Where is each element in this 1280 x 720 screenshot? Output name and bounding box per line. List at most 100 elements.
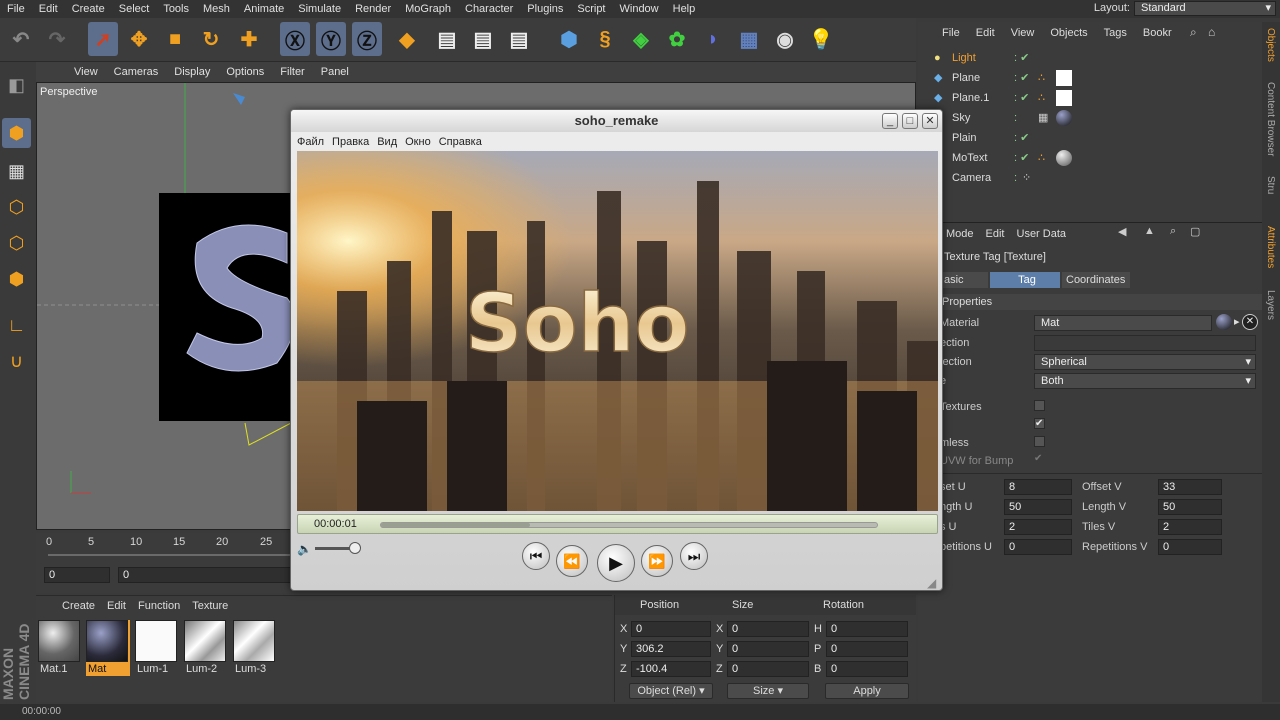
menu-script[interactable]: Script [570, 0, 612, 18]
scale-tool-icon[interactable]: ■ [160, 22, 190, 56]
frame-slider[interactable]: 0 [118, 567, 298, 583]
rot-b-field[interactable]: 0 [826, 661, 908, 677]
offset-v-field[interactable]: 33 [1158, 479, 1222, 495]
render-picture-viewer-icon[interactable]: ▤ [468, 22, 498, 56]
repetitions-v-field[interactable]: 0 [1158, 539, 1222, 555]
menu-window[interactable]: Window [613, 0, 666, 18]
om-menu-bookmarks[interactable]: Bookr [1135, 27, 1180, 39]
fast-forward-button[interactable]: ⏩ [641, 545, 673, 577]
material-lum-1[interactable]: Lum-1 [135, 620, 179, 676]
polygons-mode-icon[interactable]: ⬢ [2, 264, 31, 294]
player-menu-file[interactable]: Файл [293, 136, 328, 148]
menu-file[interactable]: File [0, 0, 32, 18]
move-tool-icon[interactable]: ✥ [124, 22, 154, 56]
material-field[interactable]: Mat [1034, 315, 1212, 331]
attr-menu-mode[interactable]: Mode [940, 228, 980, 240]
volume-knob[interactable] [349, 542, 361, 554]
minimize-button[interactable]: _ [882, 113, 898, 129]
rot-p-field[interactable]: 0 [826, 641, 908, 657]
offset-u-field[interactable]: 8 [1004, 479, 1072, 495]
player-menu-edit[interactable]: Правка [328, 136, 373, 148]
menu-tools[interactable]: Tools [156, 0, 196, 18]
rewind-button[interactable]: ⏪ [556, 545, 588, 577]
make-editable-icon[interactable]: ◧ [2, 70, 31, 100]
coord-size-select[interactable]: Size ▾ [727, 683, 809, 699]
camera-icon[interactable]: ◉ [770, 22, 800, 56]
tab-content-browser-vertical[interactable]: Content Browser [1265, 82, 1276, 156]
vp-menu-display[interactable]: Display [166, 66, 218, 78]
back-arrow-icon[interactable]: ◀ [1118, 225, 1126, 238]
length-v-field[interactable]: 50 [1158, 499, 1222, 515]
object-row-motext[interactable]: MoText : ✔ ∴ [918, 148, 1262, 168]
mat-menu-function[interactable]: Function [132, 600, 186, 612]
tab-tag[interactable]: Tag [990, 272, 1060, 288]
deformer-icon[interactable]: ◗ [698, 22, 728, 56]
material-mat[interactable]: Mat [86, 620, 130, 676]
video-frame[interactable]: Soho [297, 151, 938, 511]
floor-icon[interactable]: ▦ [734, 22, 764, 56]
light-icon[interactable]: 💡 [806, 22, 836, 56]
tiles-v-field[interactable]: 2 [1158, 519, 1222, 535]
texture-tag-icon[interactable] [1056, 110, 1072, 126]
mat-menu-edit[interactable]: Edit [101, 600, 132, 612]
axis-x-icon[interactable]: Ⓧ [280, 22, 310, 56]
resize-grip-icon[interactable]: ◢ [927, 576, 936, 590]
undo-icon[interactable]: ↶ [6, 22, 36, 56]
vp-menu-filter[interactable]: Filter [272, 66, 312, 78]
pos-x-field[interactable]: 0 [631, 621, 711, 637]
player-menu-window[interactable]: Окно [401, 136, 435, 148]
next-button[interactable]: ⏭ [680, 542, 708, 570]
tab-structure-vertical[interactable]: Stru [1265, 176, 1276, 194]
axis-z-icon[interactable]: Ⓩ [352, 22, 382, 56]
texture-tag-icon[interactable] [1056, 70, 1072, 86]
axis-mode-icon[interactable]: ∟ [2, 310, 31, 340]
selection-field[interactable] [1034, 335, 1256, 351]
mat-menu-texture[interactable]: Texture [186, 600, 234, 612]
material-mat-1[interactable]: Mat.1 [38, 620, 82, 676]
tab-objects-vertical[interactable]: Objects [1265, 28, 1276, 62]
object-row-plane-1[interactable]: ◆ Plane.1 : ✔ ∴ [918, 88, 1262, 108]
attr-menu-user-data[interactable]: User Data [1011, 228, 1073, 240]
size-y-field[interactable]: 0 [727, 641, 809, 657]
attr-menu-edit[interactable]: Edit [980, 228, 1011, 240]
home-icon[interactable]: ⌂ [1208, 25, 1215, 39]
cube-icon[interactable]: ⬢ [554, 22, 584, 56]
repetitions-u-field[interactable]: 0 [1004, 539, 1072, 555]
size-x-field[interactable]: 0 [727, 621, 809, 637]
search-icon[interactable]: ⌕ [1190, 25, 1197, 40]
tiles-u-field[interactable]: 2 [1004, 519, 1072, 535]
rotate-tool-icon[interactable]: ↻ [196, 22, 226, 56]
size-z-field[interactable]: 0 [727, 661, 809, 677]
menu-plugins[interactable]: Plugins [520, 0, 570, 18]
projection-select[interactable]: Spherical ▾ [1034, 354, 1256, 370]
lock-icon[interactable]: ▢ [1190, 225, 1200, 238]
object-row-camera[interactable]: Camera : ⁘ [918, 168, 1262, 188]
pos-y-field[interactable]: 306.2 [631, 641, 711, 657]
select-arrow-icon[interactable]: ➚ [88, 22, 118, 56]
add-tool-icon[interactable]: ✚ [234, 22, 264, 56]
tab-layers-vertical[interactable]: Layers [1265, 290, 1276, 320]
tile-checkbox[interactable]: ✔ [1034, 418, 1045, 429]
om-menu-objects[interactable]: Objects [1042, 27, 1095, 39]
seamless-checkbox[interactable] [1034, 436, 1045, 447]
vp-menu-panel[interactable]: Panel [313, 66, 357, 78]
texture-mode-icon[interactable]: ▦ [2, 156, 31, 186]
render-view-icon[interactable]: ▤ [432, 22, 462, 56]
menu-help[interactable]: Help [666, 0, 703, 18]
object-row-sky[interactable]: Sky : ▦ [918, 108, 1262, 128]
rot-h-field[interactable]: 0 [826, 621, 908, 637]
texture-tag-icon[interactable] [1056, 90, 1072, 106]
menu-create[interactable]: Create [65, 0, 112, 18]
menu-mograph[interactable]: MoGraph [398, 0, 458, 18]
search-icon[interactable]: ⌕ [1170, 225, 1176, 238]
start-frame-field[interactable]: 0 [44, 567, 110, 583]
length-u-field[interactable]: 50 [1004, 499, 1072, 515]
object-row-light[interactable]: ● Light : ✔ [918, 48, 1262, 68]
material-link-icon[interactable]: ✕ [1242, 314, 1258, 330]
edges-mode-icon[interactable]: ⬡ [2, 228, 31, 258]
menu-simulate[interactable]: Simulate [291, 0, 348, 18]
tab-attributes-vertical[interactable]: Attributes [1265, 226, 1276, 268]
om-menu-tags[interactable]: Tags [1096, 27, 1135, 39]
coordinate-system-icon[interactable]: ◆ [392, 22, 422, 56]
uvw-bump-checkbox[interactable]: ✔ [1034, 454, 1045, 465]
